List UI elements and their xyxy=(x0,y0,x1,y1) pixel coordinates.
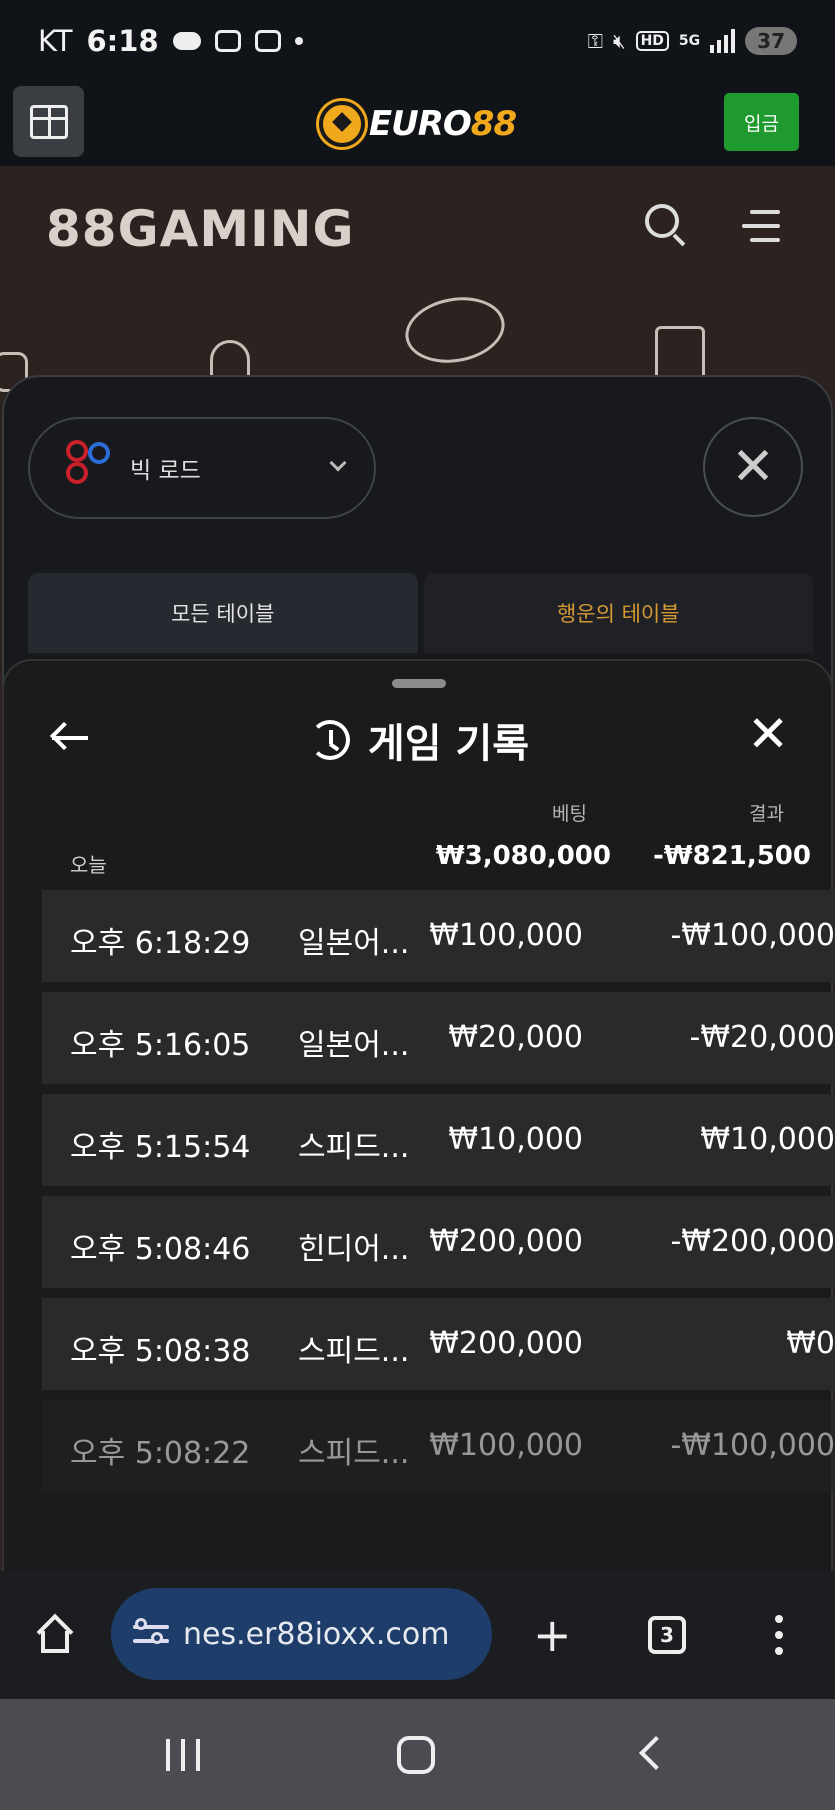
row-bet: ₩20,000 xyxy=(448,1020,583,1055)
key-icon: ⚿ xyxy=(587,29,603,53)
row-time: 오후 6:18:29 xyxy=(70,926,251,961)
road-selector-dropdown[interactable]: 빅 로드 xyxy=(28,417,376,519)
game-category-strip xyxy=(0,289,835,392)
row-time: 오후 5:08:46 xyxy=(70,1232,251,1267)
row-result: -₩200,000 xyxy=(670,1224,835,1259)
url-text: nes.er88ioxx.com xyxy=(183,1616,450,1652)
row-game: 일본어... xyxy=(298,1028,410,1063)
site-header: EURO88 입금 xyxy=(0,82,835,166)
close-icon: ✕ xyxy=(731,437,775,497)
column-header-result: 결과 xyxy=(749,803,784,825)
history-row[interactable]: 오후 5:16:05 일본어... ₩20,000 -₩20,000 xyxy=(42,992,835,1084)
column-header-bet: 베팅 xyxy=(552,803,587,825)
row-result: -₩100,000 xyxy=(670,1428,835,1463)
history-row[interactable]: 오후 6:18:29 일본어... ₩100,000 -₩100,000 xyxy=(42,890,835,982)
system-navigation-bar xyxy=(0,1699,835,1810)
baccarat-player-icon[interactable] xyxy=(400,289,510,371)
logo-text: EURO88 xyxy=(368,104,517,144)
site-settings-icon[interactable] xyxy=(133,1618,169,1649)
home-button-icon[interactable] xyxy=(397,1736,435,1774)
menu-icon[interactable] xyxy=(742,210,780,242)
weather-icon xyxy=(172,32,201,50)
history-row[interactable]: 오후 5:08:22 스피드... ₩100,000 -₩100,000 xyxy=(42,1400,835,1492)
row-game: 스피드... xyxy=(298,1130,410,1165)
row-result: ₩0 xyxy=(786,1326,835,1361)
recent-apps-icon[interactable] xyxy=(166,1739,202,1771)
soccer-ball-icon xyxy=(318,101,365,147)
sicbo-game-icon[interactable] xyxy=(210,340,250,380)
signal-icon xyxy=(710,29,736,53)
row-result: -₩20,000 xyxy=(689,1020,835,1055)
row-time: 오후 5:08:38 xyxy=(70,1334,251,1369)
back-icon[interactable] xyxy=(639,1736,673,1770)
row-game: 스피드... xyxy=(298,1334,410,1369)
history-row[interactable]: 오후 5:15:54 스피드... ₩10,000 ₩10,000 xyxy=(42,1094,835,1186)
close-lobby-button[interactable]: ✕ xyxy=(703,417,803,517)
row-bet: ₩100,000 xyxy=(429,1428,583,1463)
euro88-logo[interactable]: EURO88 xyxy=(318,101,517,147)
battery-indicator: 37 xyxy=(745,27,797,55)
today-label: 오늘 xyxy=(70,853,107,877)
sheet-title-text: 게임 기록 xyxy=(367,721,530,767)
address-bar[interactable]: nes.er88ioxx.com xyxy=(111,1588,492,1680)
browser-toolbar: nes.er88ioxx.com + 3 xyxy=(0,1571,835,1699)
close-icon[interactable]: ✕ xyxy=(747,709,789,759)
row-result: -₩100,000 xyxy=(670,918,835,953)
history-icon xyxy=(309,720,350,760)
row-result: ₩10,000 xyxy=(700,1122,835,1157)
table-tabs: 모든 테이블 행운의 테이블 xyxy=(28,573,813,653)
gift-icon xyxy=(29,104,68,139)
row-game: 일본어... xyxy=(298,926,410,961)
carrier-label: KT xyxy=(38,24,73,58)
tab-switcher-button[interactable]: 3 xyxy=(648,1616,686,1654)
total-result: -₩821,500 xyxy=(653,841,811,871)
gallery-icon xyxy=(254,30,281,52)
more-options-icon[interactable] xyxy=(774,1615,784,1655)
new-tab-icon[interactable]: + xyxy=(533,1612,572,1658)
game-history-sheet: 게임 기록 ✕ 베팅 결과 오늘 ₩3,080,000 -₩821,500 오후… xyxy=(2,659,835,1571)
sheet-title: 게임 기록 xyxy=(4,711,835,769)
clock: 6:18 xyxy=(86,24,159,58)
history-row[interactable]: 오후 5:08:46 힌디어... ₩200,000 -₩200,000 xyxy=(42,1196,835,1288)
tab-all-tables[interactable]: 모든 테이블 xyxy=(28,573,418,653)
hd-voice-icon: HD xyxy=(635,31,669,51)
status-bar: KT 6:18 ⚿ 🔇︎ HD 5G 37 xyxy=(0,0,835,82)
row-time: 오후 5:15:54 xyxy=(70,1130,251,1165)
history-row[interactable]: 오후 5:08:38 스피드... ₩200,000 ₩0 xyxy=(42,1298,835,1390)
network-type-icon: 5G xyxy=(678,33,701,49)
row-bet: ₩10,000 xyxy=(448,1122,583,1157)
sheet-drag-handle[interactable] xyxy=(392,679,446,688)
home-icon[interactable] xyxy=(35,1613,75,1655)
search-icon[interactable] xyxy=(645,204,686,247)
chevron-down-icon xyxy=(329,454,347,472)
deposit-button[interactable]: 입금 xyxy=(724,93,799,151)
mute-icon: 🔇︎ xyxy=(612,29,626,53)
big-road-icon xyxy=(60,440,116,496)
total-bet: ₩3,080,000 xyxy=(435,841,611,871)
row-bet: ₩200,000 xyxy=(429,1326,583,1361)
tab-lucky-tables[interactable]: 행운의 테이블 xyxy=(423,573,813,653)
row-bet: ₩100,000 xyxy=(429,918,583,953)
history-list: 오후 6:18:29 일본어... ₩100,000 -₩100,000 오후 … xyxy=(42,890,835,1502)
row-bet: ₩200,000 xyxy=(429,1224,583,1259)
row-game: 스피드... xyxy=(298,1436,410,1471)
notification-dot-icon xyxy=(294,37,303,45)
gift-button[interactable] xyxy=(13,86,84,157)
screenshot-icon xyxy=(214,30,241,52)
row-game: 힌디어... xyxy=(298,1232,410,1267)
road-selector-label: 빅 로드 xyxy=(130,458,201,484)
row-time: 오후 5:16:05 xyxy=(70,1028,251,1063)
row-time: 오후 5:08:22 xyxy=(70,1436,251,1471)
88gaming-logo[interactable]: 88GAMING xyxy=(46,200,355,258)
